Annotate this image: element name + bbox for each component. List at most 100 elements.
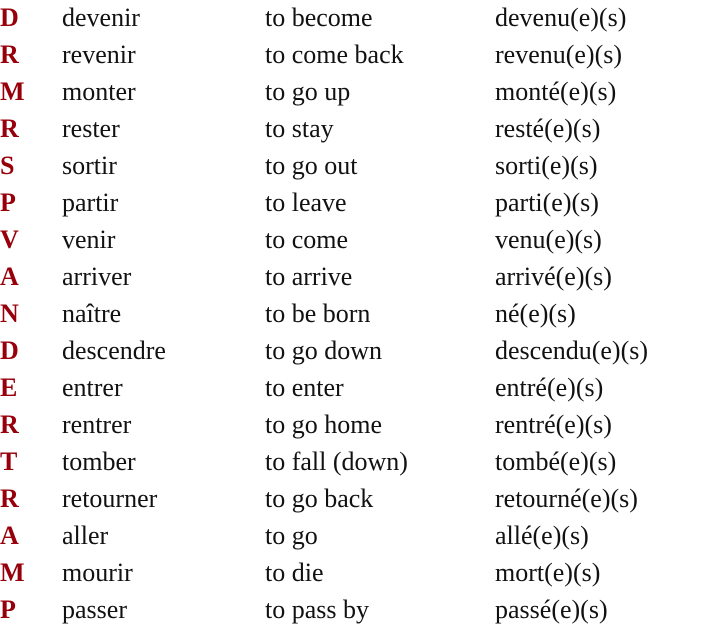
table-row: Ddevenir to become devenu(e)(s) bbox=[0, 0, 722, 37]
past-participle: rentré(e)(s) bbox=[495, 406, 722, 443]
past-participle: monté(e)(s) bbox=[495, 74, 722, 111]
table-row: Mmonter to go up monté(e)(s) bbox=[0, 74, 722, 111]
english-meaning-text: to go back bbox=[265, 483, 374, 513]
french-infinitive: tomber bbox=[62, 443, 265, 480]
english-meaning: to go out bbox=[265, 148, 495, 185]
mnemonic-letter-text: P bbox=[0, 594, 16, 624]
past-participle-text: descendu(e)(s) bbox=[495, 335, 649, 365]
past-participle-text: sorti(e)(s) bbox=[495, 151, 598, 181]
french-infinitive-text: monter bbox=[62, 77, 136, 107]
english-meaning: to go bbox=[265, 517, 495, 554]
mnemonic-letter-text: A bbox=[0, 520, 19, 550]
table-row: Ppasser to pass by passé(e)(s) bbox=[0, 591, 722, 628]
english-meaning: to pass by bbox=[265, 591, 495, 628]
french-infinitive: revenir bbox=[62, 37, 265, 74]
mnemonic-letter: A bbox=[0, 259, 62, 296]
french-infinitive: arriver bbox=[62, 259, 265, 296]
english-meaning-text: to become bbox=[265, 3, 373, 33]
french-infinitive-text: arriver bbox=[62, 262, 132, 292]
mnemonic-letter: R bbox=[0, 406, 62, 443]
french-infinitive-text: mourir bbox=[62, 557, 133, 587]
table-row: Rrester to stay resté(e)(s) bbox=[0, 111, 722, 148]
english-meaning: to become bbox=[265, 0, 495, 37]
english-meaning-text: to go down bbox=[265, 335, 382, 365]
past-participle: sorti(e)(s) bbox=[495, 148, 722, 185]
past-participle-text: rentré(e)(s) bbox=[495, 409, 612, 439]
table-row: Mmourir to die mort(e)(s) bbox=[0, 554, 722, 591]
past-participle: parti(e)(s) bbox=[495, 185, 722, 222]
table-row: Ttomber to fall (down) tombé(e)(s) bbox=[0, 443, 722, 480]
table-row: Ddescendre to go down descendu(e)(s) bbox=[0, 332, 722, 369]
past-participle: venu(e)(s) bbox=[495, 222, 722, 259]
english-meaning-text: to fall (down) bbox=[265, 446, 408, 476]
past-participle-text: resté(e)(s) bbox=[495, 114, 601, 144]
english-meaning: to go home bbox=[265, 406, 495, 443]
english-meaning: to stay bbox=[265, 111, 495, 148]
english-meaning-text: to arrive bbox=[265, 262, 353, 292]
french-infinitive-text: entrer bbox=[62, 372, 123, 402]
french-infinitive-text: retourner bbox=[62, 483, 158, 513]
english-meaning: to enter bbox=[265, 369, 495, 406]
english-meaning-text: to go up bbox=[265, 77, 351, 107]
mnemonic-letter-text: D bbox=[0, 3, 19, 33]
mnemonic-letter-text: M bbox=[0, 77, 25, 107]
mnemonic-letter: D bbox=[0, 332, 62, 369]
french-infinitive: monter bbox=[62, 74, 265, 111]
french-infinitive-text: partir bbox=[62, 188, 119, 218]
french-infinitive-text: rentrer bbox=[62, 409, 132, 439]
past-participle-text: venu(e)(s) bbox=[495, 225, 602, 255]
french-infinitive-text: sortir bbox=[62, 151, 117, 181]
mnemonic-letter-text: R bbox=[0, 114, 19, 144]
mnemonic-letter: A bbox=[0, 517, 62, 554]
table-row: Rrevenir to come back revenu(e)(s) bbox=[0, 37, 722, 74]
table-row: Ppartir to leave parti(e)(s) bbox=[0, 185, 722, 222]
french-infinitive: devenir bbox=[62, 0, 265, 37]
english-meaning-text: to come bbox=[265, 225, 349, 255]
table-row: Rrentrer to go home rentré(e)(s) bbox=[0, 406, 722, 443]
french-infinitive-text: revenir bbox=[62, 40, 136, 70]
mnemonic-letter-text: S bbox=[0, 151, 15, 181]
french-infinitive: venir bbox=[62, 222, 265, 259]
mnemonic-letter: D bbox=[0, 0, 62, 37]
mnemonic-letter-text: R bbox=[0, 40, 19, 70]
past-participle-text: allé(e)(s) bbox=[495, 520, 589, 550]
french-infinitive: retourner bbox=[62, 480, 265, 517]
mnemonic-letter: T bbox=[0, 443, 62, 480]
english-meaning-text: to come back bbox=[265, 40, 404, 70]
table-row: Aarriver to arrive arrivé(e)(s) bbox=[0, 259, 722, 296]
verb-table: Ddevenir to become devenu(e)(s) Rrevenir to … bbox=[0, 0, 722, 628]
verb-table-body: Ddevenir to become devenu(e)(s) Rrevenir to … bbox=[0, 0, 722, 628]
past-participle: descendu(e)(s) bbox=[495, 332, 722, 369]
mnemonic-letter: V bbox=[0, 222, 62, 259]
french-infinitive: descendre bbox=[62, 332, 265, 369]
english-meaning-text: to leave bbox=[265, 188, 347, 218]
english-meaning-text: to go out bbox=[265, 151, 358, 181]
mnemonic-letter: R bbox=[0, 480, 62, 517]
english-meaning-text: to stay bbox=[265, 114, 334, 144]
english-meaning: to be born bbox=[265, 296, 495, 333]
french-infinitive-text: tomber bbox=[62, 446, 136, 476]
english-meaning-text: to pass by bbox=[265, 594, 369, 624]
past-participle: resté(e)(s) bbox=[495, 111, 722, 148]
english-meaning: to go down bbox=[265, 332, 495, 369]
english-meaning-text: to die bbox=[265, 557, 324, 587]
table-row: Aaller to go allé(e)(s) bbox=[0, 517, 722, 554]
past-participle-text: retourné(e)(s) bbox=[495, 483, 638, 513]
french-infinitive: partir bbox=[62, 185, 265, 222]
english-meaning: to leave bbox=[265, 185, 495, 222]
past-participle-text: revenu(e)(s) bbox=[495, 40, 623, 70]
english-meaning: to arrive bbox=[265, 259, 495, 296]
mnemonic-letter-text: T bbox=[0, 446, 18, 476]
french-infinitive-text: venir bbox=[62, 225, 116, 255]
french-infinitive: rentrer bbox=[62, 406, 265, 443]
past-participle: mort(e)(s) bbox=[495, 554, 722, 591]
past-participle-text: passé(e)(s) bbox=[495, 594, 608, 624]
mnemonic-letter-text: V bbox=[0, 225, 19, 255]
english-meaning: to go up bbox=[265, 74, 495, 111]
french-infinitive: passer bbox=[62, 591, 265, 628]
past-participle-text: parti(e)(s) bbox=[495, 188, 599, 218]
french-infinitive: rester bbox=[62, 111, 265, 148]
mnemonic-letter-text: A bbox=[0, 262, 19, 292]
english-meaning: to come back bbox=[265, 37, 495, 74]
french-infinitive-text: rester bbox=[62, 114, 120, 144]
